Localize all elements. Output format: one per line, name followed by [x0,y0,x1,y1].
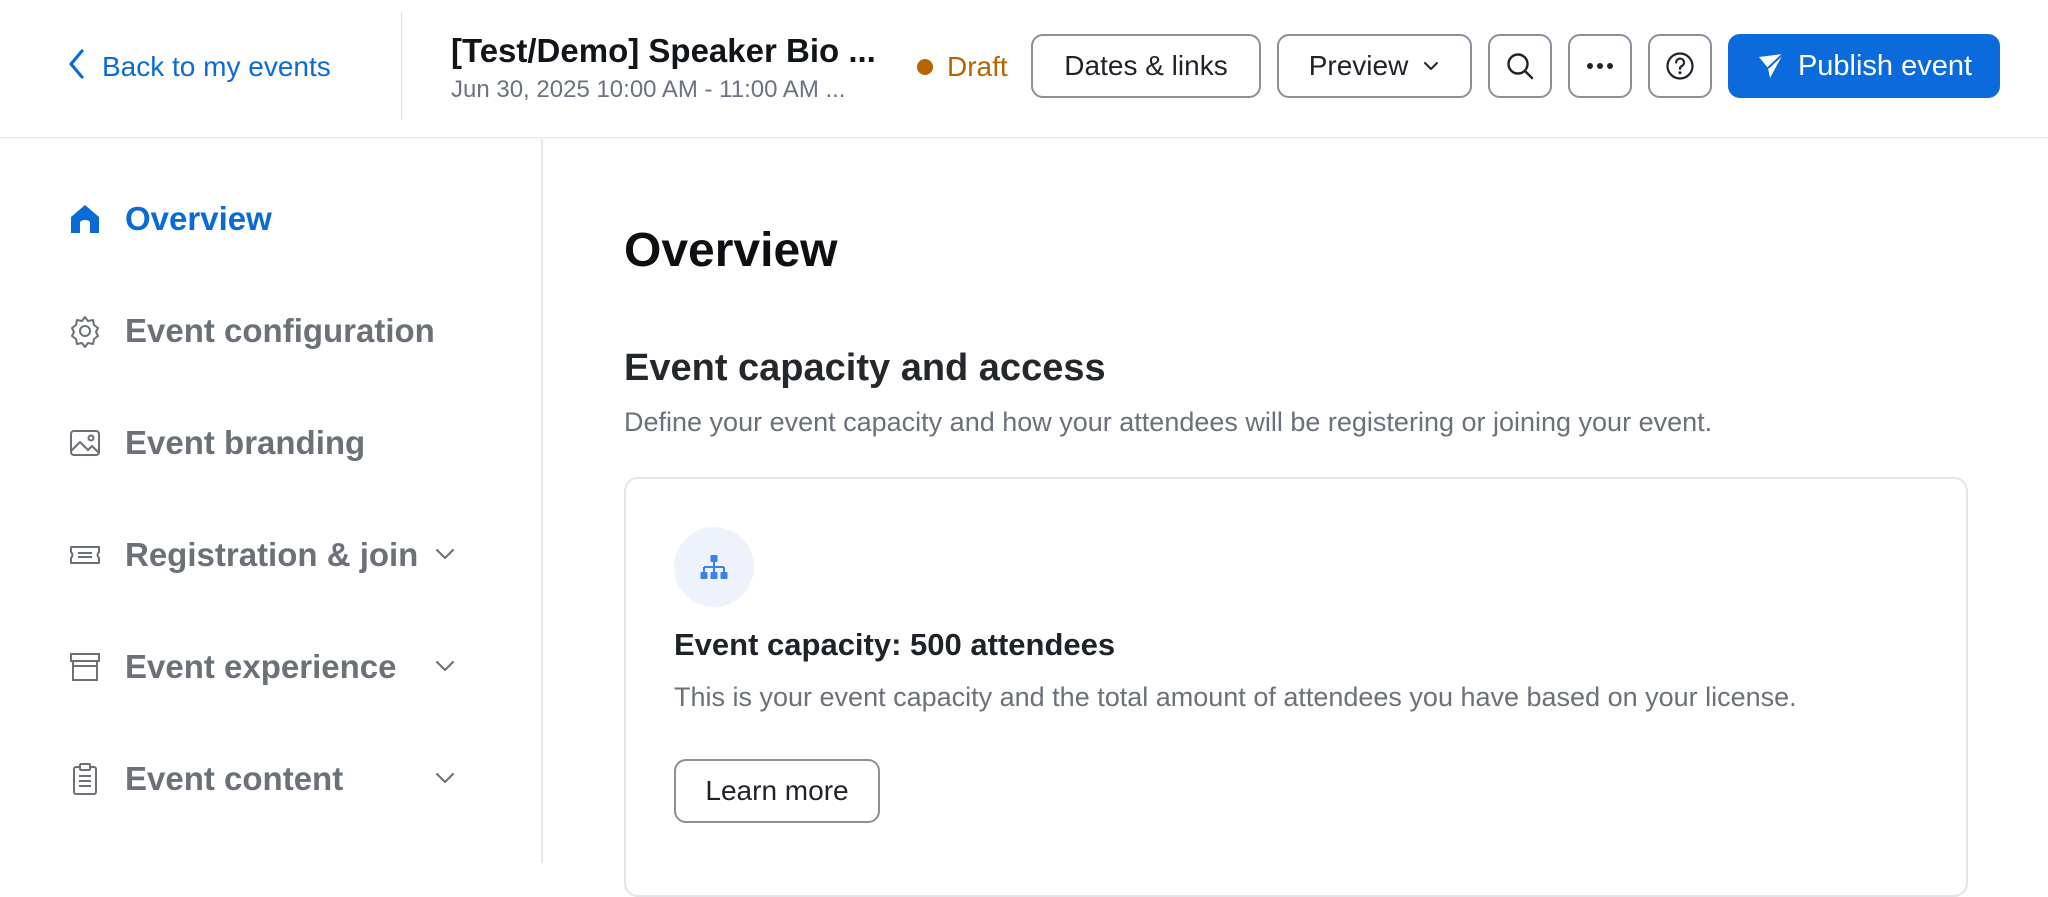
sidebar-item-label: Event experience [125,648,397,685]
page-title: Overview [624,224,838,277]
more-options-button[interactable] [1568,34,1632,98]
sidebar-item-overview[interactable]: Overview [68,191,468,247]
home-icon [68,202,102,236]
sidebar-item-event-experience[interactable]: Event experience [68,639,468,695]
sidebar-item-event-configuration[interactable]: Event configuration [68,303,468,359]
publish-event-button[interactable]: Publish event [1728,34,2000,98]
back-link-label: Back to my events [102,51,331,82]
sidebar-item-label: Event branding [125,424,366,461]
sidebar-item-event-branding[interactable]: Event branding [68,415,468,471]
sidebar-nav: Overview Event configuration Event brand… [0,139,543,863]
hierarchy-icon [674,527,754,607]
event-dates: Jun 30, 2025 10:00 AM - 11:00 AM ... [451,76,846,103]
section-title: Event capacity and access [624,347,1106,389]
section-description: Define your event capacity and how your … [624,407,1713,437]
dates-links-button[interactable]: Dates & links [1031,34,1261,98]
status-dot-icon [917,59,933,75]
chevron-left-icon [66,47,88,88]
event-title: [Test/Demo] Speaker Bio ... [451,32,876,69]
capacity-title: Event capacity: 500 attendees [674,627,1116,662]
sidebar-item-label: Registration & join [125,536,419,573]
status-label: Draft [947,51,1008,82]
learn-more-button[interactable]: Learn more [674,759,880,823]
clipboard-icon [68,762,102,796]
search-button[interactable] [1488,34,1552,98]
image-icon [68,426,102,460]
top-bar: Back to my events [Test/Demo] Speaker Bi… [0,0,2048,138]
gear-icon [68,314,102,348]
search-icon [1505,51,1535,81]
more-icon [1586,62,1614,70]
archive-icon [68,650,102,684]
sidebar-item-event-content[interactable]: Event content [68,751,468,807]
event-capacity-card: Event capacity: 500 attendees This is yo… [624,477,1968,897]
publish-button-label: Publish event [1797,49,1973,82]
sidebar-item-label: Event content [125,760,344,797]
help-icon [1665,51,1695,81]
preview-button[interactable]: Preview [1277,34,1472,98]
chevron-down-icon[interactable] [434,655,456,677]
sidebar-item-label: Overview [125,200,272,237]
help-button[interactable] [1648,34,1712,98]
sidebar-item-label: Event configuration [125,312,435,349]
chevron-down-icon[interactable] [434,543,456,565]
main-content: Overview Event capacity and access Defin… [545,139,2048,897]
header-divider [401,12,402,120]
capacity-description: This is your event capacity and the tota… [674,682,1797,712]
chevron-down-icon [1422,57,1440,75]
send-icon [1756,51,1786,81]
sidebar-item-registration-join[interactable]: Registration & join [68,527,468,583]
back-to-events-link[interactable]: Back to my events [66,48,331,86]
preview-button-label: Preview [1308,50,1409,81]
status-badge: Draft [917,48,1008,86]
ticket-icon [68,538,102,572]
chevron-down-icon[interactable] [434,767,456,789]
